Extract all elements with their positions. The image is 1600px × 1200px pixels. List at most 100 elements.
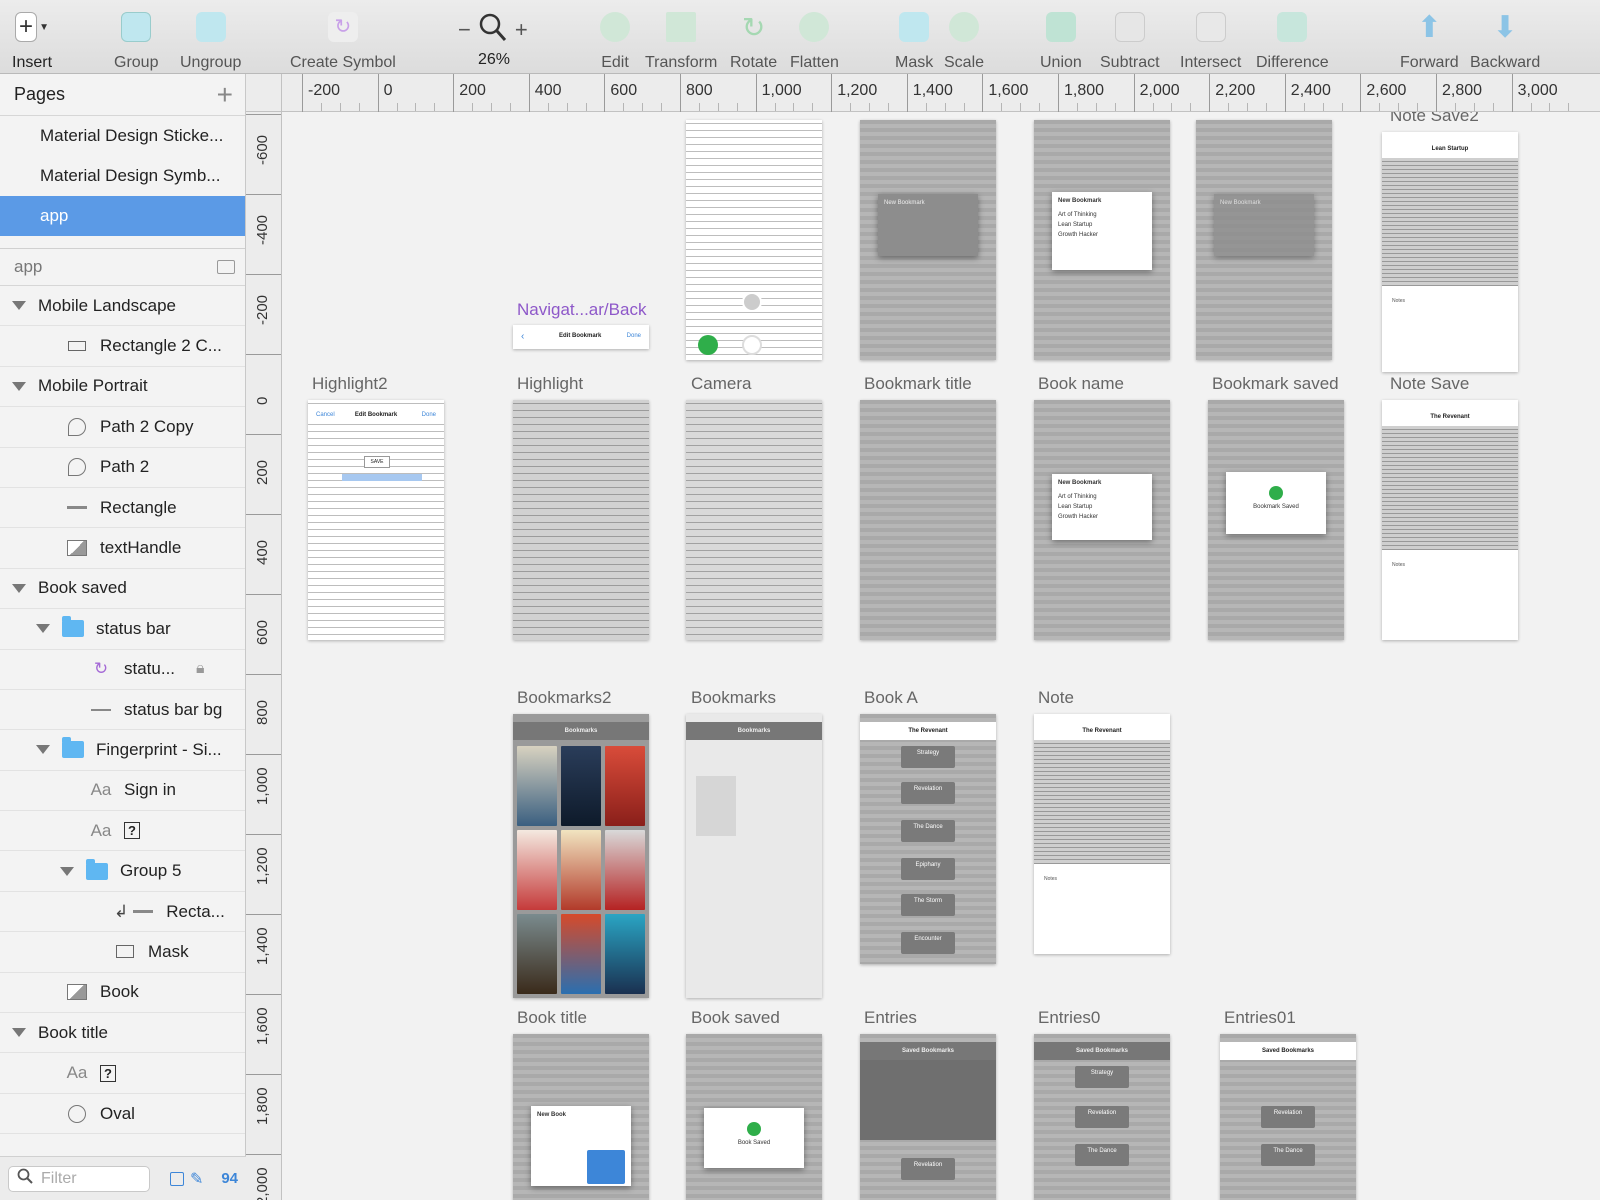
- layer-text[interactable]: Aa Sign in: [0, 771, 245, 812]
- artboard-book-list[interactable]: New Bookmark Art of Thinking Lean Startu…: [1034, 120, 1170, 360]
- artboard-title[interactable]: Note Save: [1390, 374, 1469, 394]
- layer-group[interactable]: Group 5: [0, 851, 245, 892]
- scale-button[interactable]: Scale: [944, 10, 984, 72]
- mask-button[interactable]: Mask: [895, 10, 933, 72]
- artboard-highlight[interactable]: [513, 400, 649, 640]
- artboard-book-name[interactable]: New Bookmark Art of Thinking Lean Startu…: [1034, 400, 1170, 640]
- artboard-book-a[interactable]: The Revenant Strategy Revelation The Dan…: [860, 714, 996, 964]
- horizontal-ruler[interactable]: -200 0 200 400 600 800 1,000 1,200 1,400 1,600 1,8…: [282, 74, 1600, 112]
- navbar-symbol[interactable]: ‹ Edit Bookmark Done: [513, 325, 649, 349]
- copy-icon[interactable]: [170, 1171, 184, 1186]
- book-cover[interactable]: [605, 914, 645, 994]
- book-cover[interactable]: [561, 830, 601, 910]
- artboard-title[interactable]: Entries: [864, 1008, 917, 1028]
- backward-button[interactable]: ⬇ Backward: [1470, 10, 1540, 72]
- page-item[interactable]: Material Design Sticke...: [0, 116, 245, 156]
- chapter-chip[interactable]: Strategy: [901, 746, 955, 768]
- artboard-title[interactable]: Book saved: [691, 1008, 780, 1028]
- chapter-chip[interactable]: Strategy: [1075, 1066, 1129, 1088]
- artboard-title[interactable]: Note: [1038, 688, 1074, 708]
- layer-shape[interactable]: Rectangle: [0, 488, 245, 529]
- layer-artboard[interactable]: Book title: [0, 1013, 245, 1054]
- union-button[interactable]: Union: [1040, 10, 1082, 72]
- layer-text[interactable]: Aa?: [0, 1053, 245, 1094]
- add-page-button[interactable]: +: [217, 80, 233, 109]
- layer-shape[interactable]: ↲ Recta...: [0, 892, 245, 933]
- forward-button[interactable]: ⬆ Forward: [1400, 10, 1459, 72]
- artboard-title[interactable]: Bookmark saved: [1212, 374, 1339, 394]
- artboard-title[interactable]: Book A: [864, 688, 918, 708]
- artboard-title[interactable]: Highlight: [517, 374, 583, 394]
- book-cover[interactable]: [561, 746, 601, 826]
- artboard-note[interactable]: The Revenant Notes: [1034, 714, 1170, 954]
- create-symbol-button[interactable]: ↻ Create Symbol: [290, 10, 396, 72]
- artboard-title[interactable]: Bookmarks: [691, 688, 776, 708]
- layer-shape[interactable]: status bar bg: [0, 690, 245, 731]
- edit-button[interactable]: Edit: [598, 10, 632, 72]
- pen-icon[interactable]: ✎: [190, 1169, 203, 1189]
- page-item[interactable]: Material Design Symb...: [0, 156, 245, 196]
- chapter-chip[interactable]: Epiphany: [901, 858, 955, 880]
- artboard-icon[interactable]: [217, 260, 235, 274]
- zoom-out-button[interactable]: −: [458, 17, 471, 43]
- chapter-chip[interactable]: Revelation: [901, 782, 955, 804]
- layer-artboard[interactable]: Book saved: [0, 569, 245, 610]
- layer-shape[interactable]: Oval: [0, 1094, 245, 1135]
- layer-image[interactable]: Book: [0, 973, 245, 1014]
- flatten-button[interactable]: Flatten: [790, 6, 839, 72]
- layer-group[interactable]: Fingerprint - Si...: [0, 730, 245, 771]
- zoom-in-button[interactable]: +: [515, 17, 528, 43]
- artboard-title[interactable]: Entries01: [1224, 1008, 1296, 1028]
- artboard-title[interactable]: Bookmark title: [864, 374, 972, 394]
- artboard-title[interactable]: Entries0: [1038, 1008, 1100, 1028]
- artboard-bookmarks2[interactable]: Bookmarks: [513, 714, 649, 998]
- artboard-book-title[interactable]: New Book: [513, 1034, 649, 1200]
- chapter-chip[interactable]: Revelation: [1261, 1106, 1315, 1128]
- artboard-title[interactable]: Bookmarks2: [517, 688, 611, 708]
- disclosure-icon[interactable]: [12, 301, 26, 311]
- artboard-camera[interactable]: [686, 400, 822, 640]
- artboard-reader-top[interactable]: [686, 120, 822, 360]
- artboard-title[interactable]: Camera: [691, 374, 751, 394]
- vertical-ruler[interactable]: -600 -400 -200 0 200 400 600 800 1,000 1,200 1,400…: [246, 112, 282, 1200]
- artboard-book-saved[interactable]: Book Saved: [686, 1034, 822, 1200]
- layer-group[interactable]: status bar: [0, 609, 245, 650]
- disclosure-icon[interactable]: [36, 624, 50, 634]
- artboard-bookmarks[interactable]: Bookmarks: [686, 714, 822, 998]
- symbol-title[interactable]: Navigat...ar/Back: [517, 300, 646, 320]
- book-cover[interactable]: [517, 746, 557, 826]
- book-cover[interactable]: [517, 914, 557, 994]
- book-cover[interactable]: [561, 914, 601, 994]
- artboard-title[interactable]: Note Save2: [1390, 112, 1479, 126]
- layer-image[interactable]: textHandle: [0, 528, 245, 569]
- lock-icon[interactable]: 🔒︎: [196, 660, 205, 678]
- artboard-bookmark-title[interactable]: [860, 400, 996, 640]
- artboard-dialog-dark[interactable]: New Bookmark: [860, 120, 996, 360]
- artboard-bookmark-saved[interactable]: Bookmark Saved: [1208, 400, 1344, 640]
- layer-artboard[interactable]: Mobile Portrait: [0, 367, 245, 408]
- artboard-title[interactable]: Highlight2: [312, 374, 388, 394]
- canvas[interactable]: New Bookmark New Bookmark Art of Thinkin…: [282, 112, 1600, 1200]
- layer-shape[interactable]: Path 2 Copy: [0, 407, 245, 448]
- disclosure-icon[interactable]: [12, 583, 26, 593]
- artboard-title[interactable]: Book name: [1038, 374, 1124, 394]
- page-item-selected[interactable]: app: [0, 196, 245, 236]
- rotate-button[interactable]: ↻ Rotate: [730, 10, 777, 72]
- chapter-chip[interactable]: The Dance: [901, 820, 955, 842]
- filter-input[interactable]: Filter: [8, 1165, 150, 1192]
- artboard-note-save[interactable]: The Revenant Notes: [1382, 400, 1518, 640]
- chapter-chip[interactable]: Revelation: [1075, 1106, 1129, 1128]
- artboard-note-save2[interactable]: Lean Startup Notes: [1382, 132, 1518, 372]
- chapter-chip[interactable]: Encounter: [901, 932, 955, 954]
- ungroup-button[interactable]: Ungroup: [180, 10, 241, 72]
- insert-button[interactable]: + ▼ Insert: [12, 10, 52, 72]
- layer-shape[interactable]: Rectangle 2 C...: [0, 326, 245, 367]
- artboard-entries0[interactable]: Saved Bookmarks Strategy Revelation The …: [1034, 1034, 1170, 1200]
- artboard-dialog-dark-2[interactable]: New Bookmark: [1196, 120, 1332, 360]
- difference-button[interactable]: Difference: [1256, 10, 1329, 72]
- layer-text[interactable]: Aa?: [0, 811, 245, 852]
- transform-button[interactable]: Transform: [645, 10, 717, 72]
- artboard-title[interactable]: Book title: [517, 1008, 587, 1028]
- entry-card[interactable]: [860, 1060, 996, 1140]
- intersect-button[interactable]: Intersect: [1180, 10, 1241, 72]
